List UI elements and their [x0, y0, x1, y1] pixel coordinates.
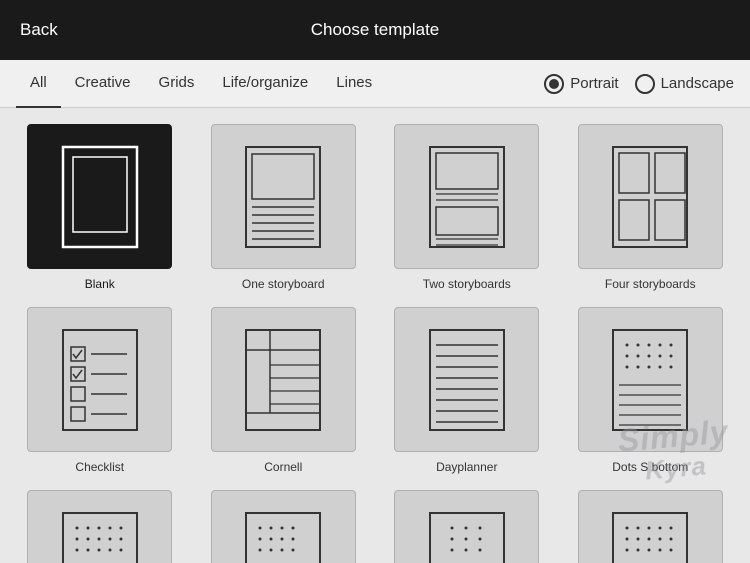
page-title: Choose template — [311, 20, 440, 40]
dayplanner-preview — [394, 307, 539, 452]
template-checklist[interactable]: Checklist — [16, 307, 184, 474]
filter-tabs: All Creative Grids Life/organize Lines — [16, 60, 544, 108]
portrait-option[interactable]: Portrait — [544, 74, 618, 94]
template-one-storyboard[interactable]: One storyboard — [200, 124, 368, 291]
template-dots-4[interactable] — [567, 490, 735, 563]
template-dayplanner[interactable]: Dayplanner — [383, 307, 551, 474]
cornell-preview — [211, 307, 356, 452]
tab-grids[interactable]: Grids — [145, 60, 209, 108]
checklist-label: Checklist — [75, 460, 124, 474]
dots-s-bottom-label: Dots S bottom — [612, 460, 688, 474]
orientation-group: Portrait Landscape — [544, 74, 734, 94]
template-two-storyboards[interactable]: Two storyboards — [383, 124, 551, 291]
tab-lines[interactable]: Lines — [322, 60, 386, 108]
dots-1-preview — [27, 490, 172, 563]
one-storyboard-label: One storyboard — [242, 277, 325, 291]
landscape-radio[interactable] — [635, 74, 655, 94]
dayplanner-label: Dayplanner — [436, 460, 497, 474]
back-button[interactable]: Back — [20, 20, 58, 40]
tab-all[interactable]: All — [16, 60, 61, 108]
portrait-label: Portrait — [570, 75, 618, 92]
template-dots-s-bottom[interactable]: Dots S bottom — [567, 307, 735, 474]
tab-life-organize[interactable]: Life/organize — [208, 60, 322, 108]
blank-preview — [27, 124, 172, 269]
header: Back Choose template — [0, 0, 750, 60]
dots-s-bottom-preview — [578, 307, 723, 452]
body-wrapper: Blank One storyboard — [0, 108, 750, 563]
tab-creative[interactable]: Creative — [61, 60, 145, 108]
template-four-storyboards[interactable]: Four storyboards — [567, 124, 735, 291]
template-dots-1[interactable] — [16, 490, 184, 563]
blank-label: Blank — [85, 277, 115, 291]
template-dots-3[interactable] — [383, 490, 551, 563]
four-storyboards-label: Four storyboards — [605, 277, 696, 291]
template-blank[interactable]: Blank — [16, 124, 184, 291]
portrait-radio[interactable] — [544, 74, 564, 94]
template-cornell[interactable]: Cornell — [200, 307, 368, 474]
checklist-preview — [27, 307, 172, 452]
template-grid: Blank One storyboard — [0, 108, 750, 563]
four-storyboards-preview — [578, 124, 723, 269]
landscape-label: Landscape — [661, 75, 734, 92]
dots-4-preview — [578, 490, 723, 563]
filter-bar: All Creative Grids Life/organize Lines P… — [0, 60, 750, 108]
dots-2-preview — [211, 490, 356, 563]
dots-3-preview — [394, 490, 539, 563]
landscape-option[interactable]: Landscape — [635, 74, 734, 94]
template-dots-2[interactable] — [200, 490, 368, 563]
two-storyboards-label: Two storyboards — [423, 277, 511, 291]
one-storyboard-preview — [211, 124, 356, 269]
cornell-label: Cornell — [264, 460, 302, 474]
two-storyboards-preview — [394, 124, 539, 269]
